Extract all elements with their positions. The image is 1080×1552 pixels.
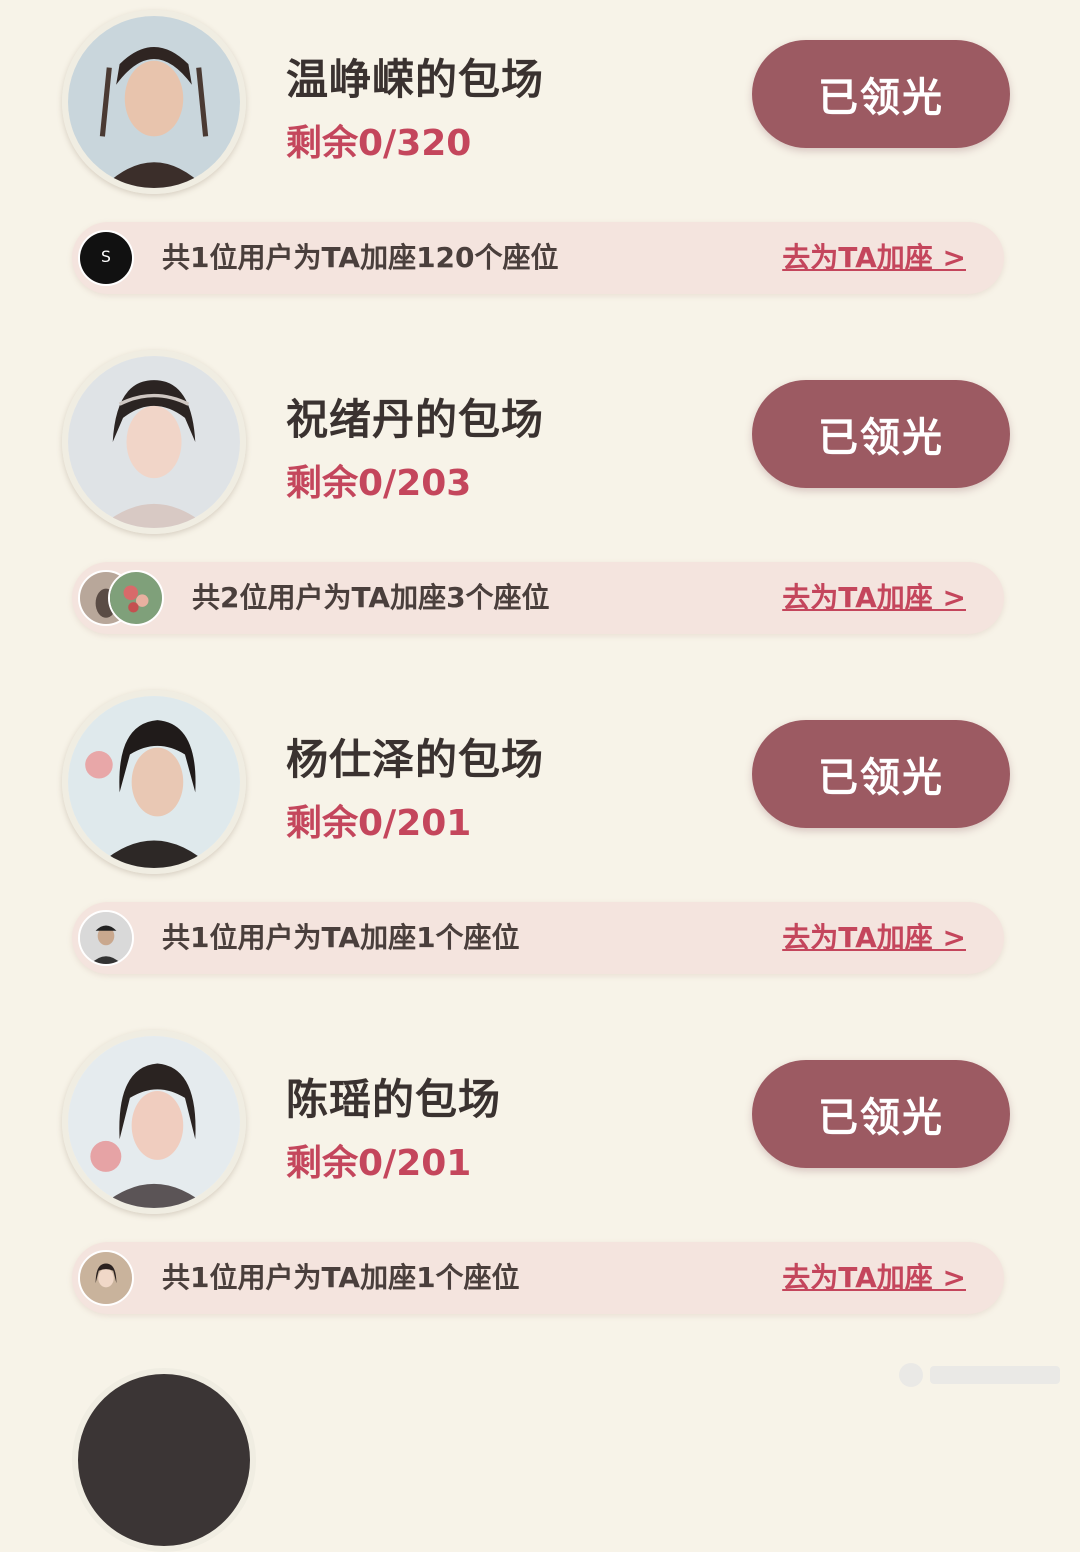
actor-avatar bbox=[62, 1030, 246, 1214]
remaining-count: 剩余0/320 bbox=[286, 123, 472, 164]
add-seat-link[interactable]: 去为TA加座 > bbox=[782, 562, 966, 634]
seat-add-summary: 共1位用户为TA加座1个座位 bbox=[162, 1261, 520, 1294]
claimed-button[interactable]: 已领光 bbox=[752, 1060, 1010, 1168]
user-avatar bbox=[78, 910, 134, 966]
screening-title: 温峥嵘的包场 bbox=[286, 55, 545, 104]
actor-avatar bbox=[62, 690, 246, 874]
user-avatar bbox=[108, 570, 164, 626]
seat-add-bar: 共2位用户为TA加座3个座位 去为TA加座 > bbox=[72, 562, 1004, 634]
claimed-button[interactable]: 已领光 bbox=[752, 40, 1010, 148]
user-avatar: S bbox=[78, 230, 134, 286]
claimed-button[interactable]: 已领光 bbox=[752, 380, 1010, 488]
add-seat-link[interactable]: 去为TA加座 > bbox=[782, 902, 966, 974]
screening-card: 温峥嵘的包场 剩余0/320 已领光 S 共1位用户为TA加座120个座位 去为… bbox=[0, 0, 1080, 340]
screening-card: 祝绪丹的包场 剩余0/203 已领光 共2位用户为TA加座3个座位 去为TA加座… bbox=[0, 340, 1080, 680]
screening-card: 陈瑶的包场 剩余0/201 已领光 共1位用户为TA加座1个座位 去为TA加座 … bbox=[0, 1020, 1080, 1360]
actor-avatar bbox=[62, 350, 246, 534]
seat-add-summary: 共1位用户为TA加座1个座位 bbox=[162, 921, 520, 954]
user-avatar bbox=[78, 1250, 134, 1306]
actor-avatar bbox=[62, 10, 246, 194]
seat-add-bar: S 共1位用户为TA加座120个座位 去为TA加座 > bbox=[72, 222, 1004, 294]
seat-add-summary: 共1位用户为TA加座120个座位 bbox=[162, 241, 559, 274]
screening-title: 祝绪丹的包场 bbox=[286, 395, 545, 444]
claimed-button[interactable]: 已领光 bbox=[752, 720, 1010, 828]
remaining-count: 剩余0/201 bbox=[286, 1143, 472, 1184]
screening-card: 杨仕泽的包场 剩余0/201 已领光 共1位用户为TA加座1个座位 去为TA加座… bbox=[0, 680, 1080, 1020]
screening-title: 陈瑶的包场 bbox=[286, 1075, 502, 1124]
remaining-count: 剩余0/203 bbox=[286, 463, 472, 504]
seat-add-bar: 共1位用户为TA加座1个座位 去为TA加座 > bbox=[72, 902, 1004, 974]
remaining-count: 剩余0/201 bbox=[286, 803, 472, 844]
add-seat-link[interactable]: 去为TA加座 > bbox=[782, 222, 966, 294]
add-seat-link[interactable]: 去为TA加座 > bbox=[782, 1242, 966, 1314]
screening-title: 杨仕泽的包场 bbox=[286, 735, 545, 784]
watermark-icon bbox=[899, 1363, 1060, 1387]
seat-add-summary: 共2位用户为TA加座3个座位 bbox=[192, 581, 550, 614]
actor-avatar bbox=[72, 1368, 256, 1552]
svg-text:S: S bbox=[101, 248, 111, 266]
seat-add-bar: 共1位用户为TA加座1个座位 去为TA加座 > bbox=[72, 1242, 1004, 1314]
